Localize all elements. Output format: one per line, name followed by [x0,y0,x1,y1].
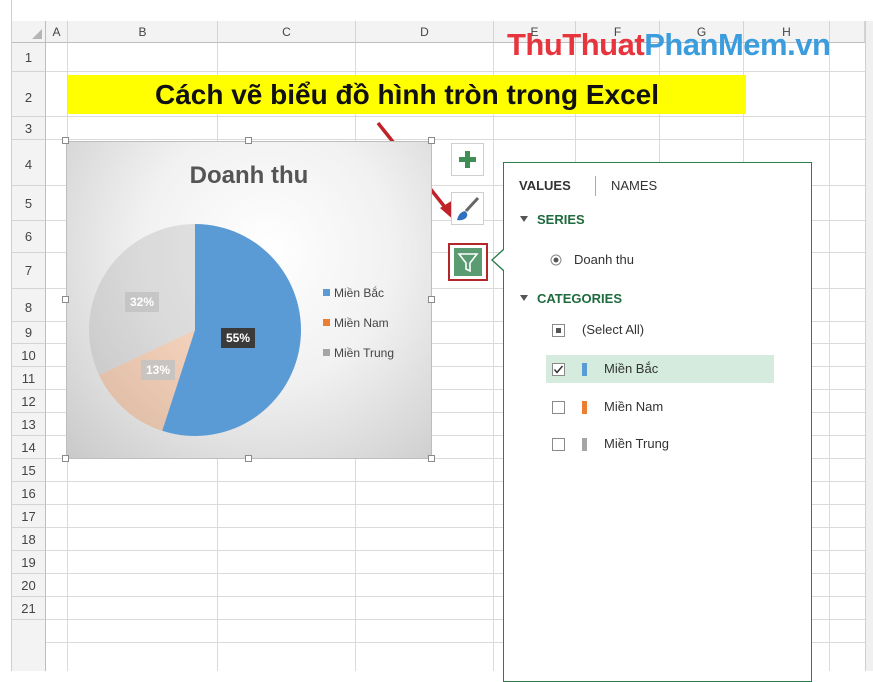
select-all-label: (Select All) [582,322,645,337]
brush-icon [457,196,480,221]
row-header-1[interactable]: 1 [12,43,46,72]
plus-icon [459,151,476,168]
chart-title[interactable]: Doanh thu [67,162,431,190]
series-color-bar [582,438,587,451]
watermark-logo: ThuThuatPhanMem.vn [507,26,831,64]
row-header-5[interactable]: 5 [12,186,46,221]
chart-styles-button[interactable] [451,192,484,225]
data-label-mien-nam[interactable]: 13% [141,360,176,380]
title-banner[interactable]: Cách vẽ biểu đồ hình tròn trong Excel [68,75,746,114]
series-color-bar [582,363,587,376]
grid-line [46,116,873,117]
chart-filters-panel: VALUES NAMES SERIES Doanh thu CATEGORIES… [503,162,812,682]
row-header-10[interactable]: 10 [12,344,46,367]
legend-label: Miền Bắc [334,286,385,300]
mien-trung-checkbox[interactable] [552,438,565,451]
resize-handle[interactable] [62,137,69,144]
chart-elements-button[interactable] [451,143,484,176]
row-header-21[interactable]: 21 [12,597,46,620]
legend-item-mien-nam[interactable]: Miền Nam [323,316,394,346]
grid-line [46,71,873,72]
legend-swatch [323,319,330,326]
row-header-2[interactable]: 2 [12,72,46,117]
corner-triangle-icon [32,29,42,39]
series-color-bar [582,401,587,414]
funnel-icon [457,253,479,273]
category-row-highlight [546,355,774,383]
row-header-15[interactable]: 15 [12,459,46,482]
radio-selected-icon [550,254,562,266]
watermark-part1: ThuThuat [507,27,645,62]
row-header-4[interactable]: 4 [12,140,46,186]
categories-section-header[interactable]: CATEGORIES [520,291,622,306]
resize-handle[interactable] [428,455,435,462]
row-header-8[interactable]: 8 [12,289,46,322]
chart-legend[interactable]: Miền Bắc Miền Nam Miền Trung [323,286,394,376]
resize-handle[interactable] [245,137,252,144]
data-label-mien-bac[interactable]: 55% [221,328,256,348]
resize-handle[interactable] [62,455,69,462]
row-header-17[interactable]: 17 [12,505,46,528]
row-header-20[interactable]: 20 [12,574,46,597]
row-header-blank [12,620,46,671]
categories-header-label: CATEGORIES [537,291,622,306]
row-header-16[interactable]: 16 [12,482,46,505]
series-header-label: SERIES [537,212,585,227]
row-header-3[interactable]: 3 [12,117,46,140]
chart-filters-button[interactable] [448,243,488,281]
grid-line [829,43,830,671]
category-label: Miền Trung [604,436,670,451]
left-strip [0,0,12,671]
row-header-7[interactable]: 7 [12,253,46,289]
series-label: Doanh thu [574,252,634,267]
row-header-18[interactable]: 18 [12,528,46,551]
select-all-checkbox[interactable] [552,324,565,337]
row-header-6[interactable]: 6 [12,221,46,253]
legend-label: Miền Nam [334,316,389,330]
collapse-triangle-icon [520,216,528,222]
resize-handle[interactable] [428,137,435,144]
pie-chart[interactable]: Doanh thu 55% 13% 32% Miền Bắc Miền Nam … [66,141,432,459]
legend-swatch [323,349,330,356]
mien-bac-checkbox[interactable] [552,363,565,376]
row-header-9[interactable]: 9 [12,322,46,344]
resize-handle[interactable] [428,296,435,303]
resize-handle[interactable] [245,455,252,462]
collapse-triangle-icon [520,295,528,301]
tab-names[interactable]: NAMES [611,178,657,193]
legend-label: Miền Trung [334,346,395,360]
tab-values[interactable]: VALUES [519,178,571,193]
resize-handle[interactable] [62,296,69,303]
series-section-header[interactable]: SERIES [520,212,585,227]
top-strip [0,0,873,21]
watermark-part2: PhanMem.vn [644,27,831,62]
legend-item-mien-bac[interactable]: Miền Bắc [323,286,394,316]
legend-item-mien-trung[interactable]: Miền Trung [323,346,394,376]
tab-separator [595,176,596,196]
indeterminate-mark-icon [556,328,561,333]
row-header-13[interactable]: 13 [12,413,46,436]
category-label: Miền Bắc [604,361,659,376]
select-all-corner[interactable] [12,21,46,43]
vertical-scrollbar[interactable] [865,21,873,671]
pie-plot-area[interactable] [85,220,305,440]
column-header-i[interactable] [830,21,865,43]
column-header-a[interactable]: A [46,21,68,43]
row-header-12[interactable]: 12 [12,390,46,413]
row-header-14[interactable]: 14 [12,436,46,459]
page-title: Cách vẽ biểu đồ hình tròn trong Excel [154,79,660,110]
checkmark-icon [553,365,564,374]
panel-pointer-inner [493,250,504,270]
column-header-c[interactable]: C [218,21,356,43]
row-header-19[interactable]: 19 [12,551,46,574]
filter-button-face [454,248,482,276]
column-header-d[interactable]: D [356,21,494,43]
data-label-mien-trung[interactable]: 32% [125,292,160,312]
legend-swatch [323,289,330,296]
column-header-b[interactable]: B [68,21,218,43]
category-label: Miền Nam [604,399,664,414]
grid-line [493,43,494,671]
row-header-11[interactable]: 11 [12,367,46,390]
mien-nam-checkbox[interactable] [552,401,565,414]
